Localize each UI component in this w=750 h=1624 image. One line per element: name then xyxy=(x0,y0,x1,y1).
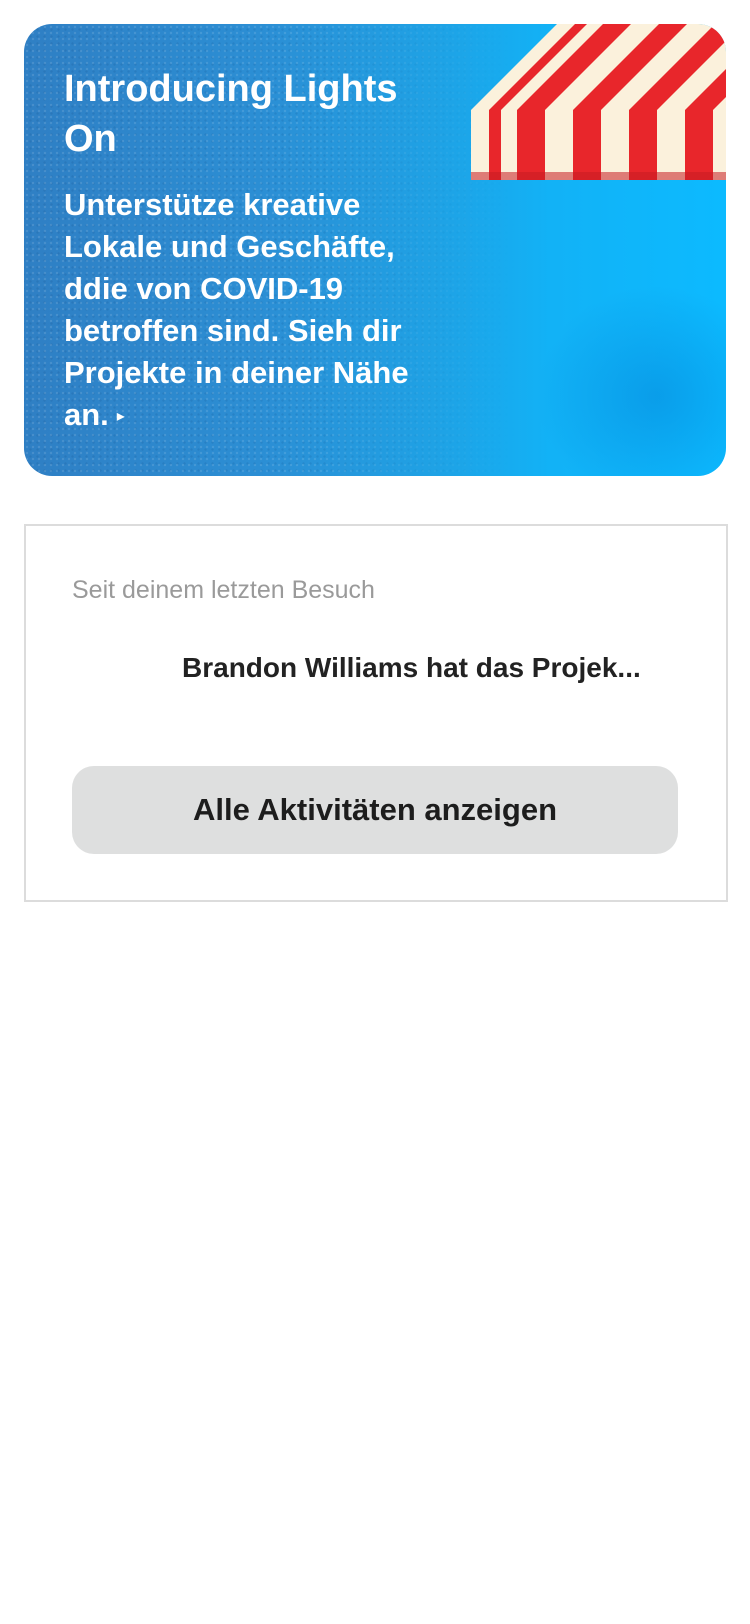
play-arrow-icon: ▸ xyxy=(116,408,125,425)
recent-activity-card: Seit deinem letzten Besuch Brandon Willi… xyxy=(24,524,728,902)
striped-awning-icon xyxy=(471,24,726,180)
promo-body-text: Unterstütze kreative Lokale und Geschäft… xyxy=(64,187,409,432)
avatar xyxy=(72,640,138,706)
activity-item-text: Brandon Williams hat das Projek... xyxy=(182,652,641,683)
activity-section-label: Seit deinem letzten Besuch xyxy=(72,576,375,604)
activity-list-item[interactable]: Brandon Williams hat das Projek... xyxy=(72,640,692,710)
promo-title: Introducing Lights On xyxy=(64,68,398,160)
view-all-activity-button[interactable]: Alle Aktivitäten anzeigen xyxy=(72,766,678,854)
lights-on-promo-card[interactable]: Introducing Lights On Unterstütze kreati… xyxy=(24,24,726,476)
promo-description: Unterstütze kreative Lokale und Geschäft… xyxy=(64,184,434,438)
